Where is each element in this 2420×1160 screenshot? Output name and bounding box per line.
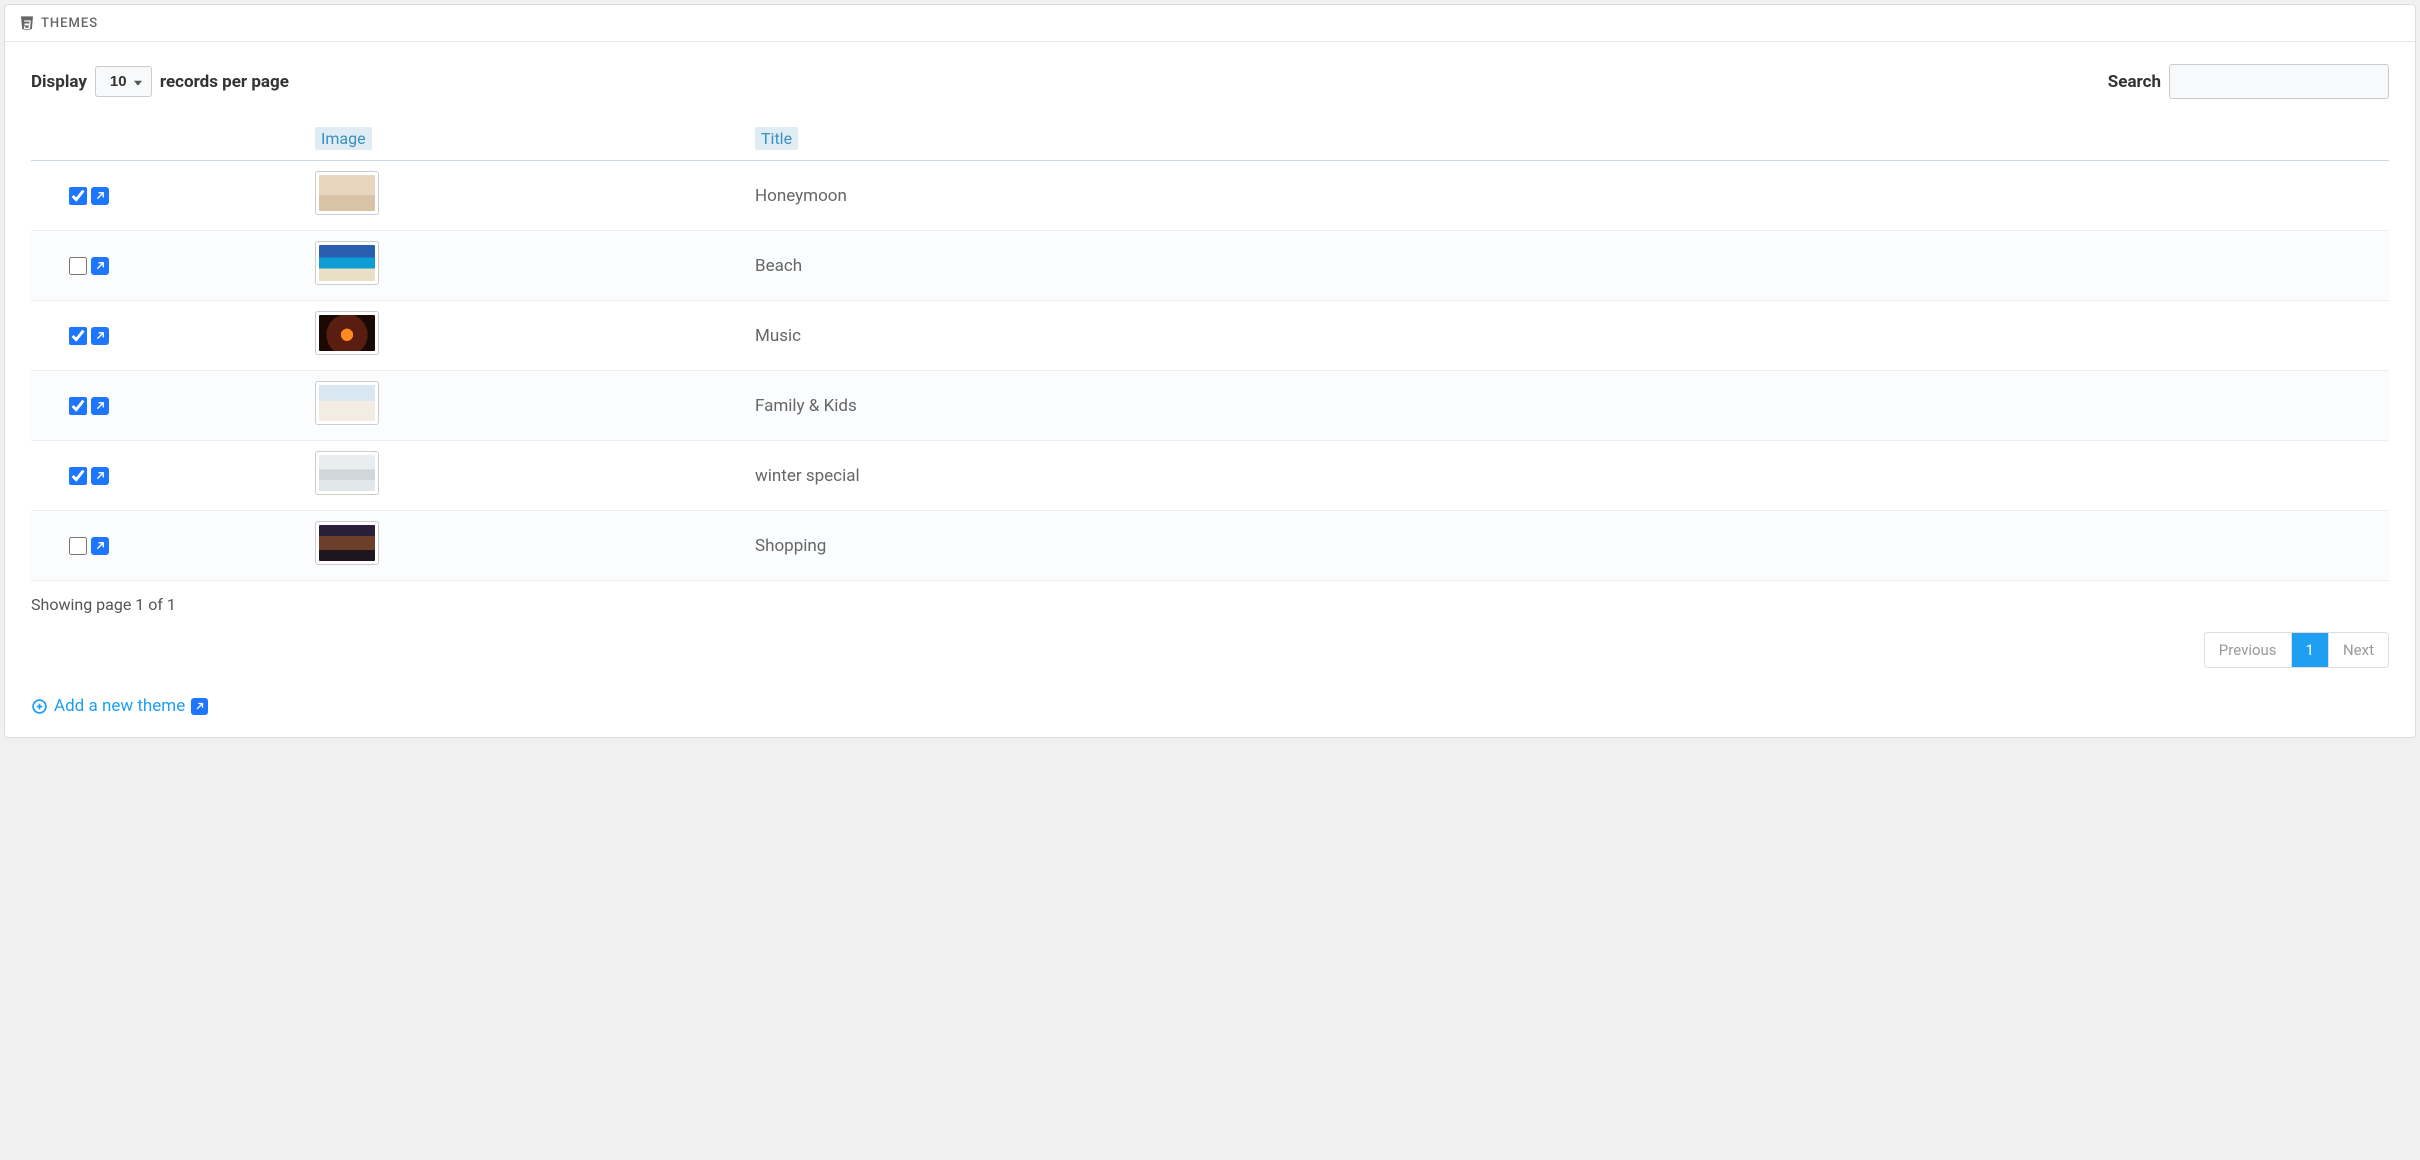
row-title: winter special <box>751 441 2389 511</box>
table-row: Shopping <box>31 511 2389 581</box>
column-header-image[interactable]: Image <box>311 121 751 161</box>
page-size-select[interactable]: 10 <box>95 66 152 97</box>
panel-header: THEMES <box>5 5 2415 42</box>
search-label: Search <box>2108 72 2161 92</box>
pagination-next[interactable]: Next <box>2329 633 2388 667</box>
page-size-select-wrap: 10 <box>95 66 152 97</box>
row-thumbnail[interactable] <box>315 381 379 425</box>
edit-row-icon[interactable] <box>91 397 109 415</box>
table-row: winter special <box>31 441 2389 511</box>
page-size-control: Display 10 records per page <box>31 66 289 97</box>
search-input[interactable] <box>2169 64 2389 99</box>
add-theme-label: Add a new theme <box>54 696 185 716</box>
plus-circle-icon <box>31 698 48 715</box>
row-checkbox[interactable] <box>69 397 87 415</box>
table-toolbar: Display 10 records per page Search <box>31 64 2389 99</box>
row-checkbox[interactable] <box>69 187 87 205</box>
search-control: Search <box>2108 64 2389 99</box>
table-row: Honeymoon <box>31 161 2389 231</box>
page-info: Showing page 1 of 1 <box>31 595 176 614</box>
table-row: Beach <box>31 231 2389 301</box>
add-theme-link[interactable]: Add a new theme <box>31 696 208 716</box>
edit-row-icon[interactable] <box>91 467 109 485</box>
records-suffix-label: records per page <box>160 72 289 92</box>
row-thumbnail[interactable] <box>315 521 379 565</box>
external-link-icon <box>191 698 208 715</box>
themes-table: Image Title HoneymoonBeachMusicFamily & … <box>31 121 2389 581</box>
row-title: Family & Kids <box>751 371 2389 441</box>
row-checkbox[interactable] <box>69 537 87 555</box>
row-title: Music <box>751 301 2389 371</box>
row-thumbnail[interactable] <box>315 311 379 355</box>
row-checkbox[interactable] <box>69 257 87 275</box>
themes-panel: THEMES Display 10 records per page Searc… <box>4 4 2416 738</box>
row-checkbox[interactable] <box>69 467 87 485</box>
row-title: Shopping <box>751 511 2389 581</box>
pagination-row: Previous 1 Next <box>31 632 2389 668</box>
display-label: Display <box>31 72 87 92</box>
table-row: Music <box>31 301 2389 371</box>
row-thumbnail[interactable] <box>315 241 379 285</box>
column-header-title[interactable]: Title <box>751 121 2389 161</box>
edit-row-icon[interactable] <box>91 187 109 205</box>
row-title: Beach <box>751 231 2389 301</box>
panel-body: Display 10 records per page Search Image… <box>5 42 2415 737</box>
edit-row-icon[interactable] <box>91 537 109 555</box>
table-footer: Showing page 1 of 1 <box>31 595 2389 614</box>
row-thumbnail[interactable] <box>315 451 379 495</box>
pagination-previous[interactable]: Previous <box>2205 633 2292 667</box>
row-thumbnail[interactable] <box>315 171 379 215</box>
panel-title: THEMES <box>41 16 98 31</box>
edit-row-icon[interactable] <box>91 257 109 275</box>
pagination-page-1[interactable]: 1 <box>2292 633 2329 667</box>
edit-row-icon[interactable] <box>91 327 109 345</box>
pagination: Previous 1 Next <box>2204 632 2389 668</box>
row-title: Honeymoon <box>751 161 2389 231</box>
column-header-checkbox[interactable] <box>31 121 311 161</box>
table-row: Family & Kids <box>31 371 2389 441</box>
html5-icon <box>19 15 35 31</box>
row-checkbox[interactable] <box>69 327 87 345</box>
